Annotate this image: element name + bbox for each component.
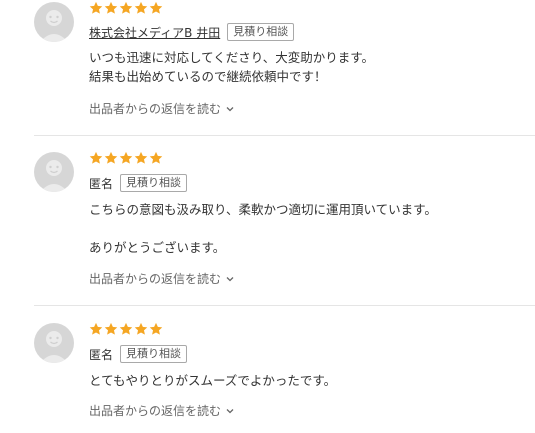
star-icon [149, 322, 163, 335]
review-body: いつも迅速に対応してくださり、大変助かります。 結果も出始めているので継続依頼中… [89, 50, 375, 84]
star-icon [134, 151, 148, 164]
star-icon [89, 322, 103, 335]
review-body: こちらの意図も汲み取り、柔軟かつ適切に運用頂いています。 ありがとうございます。 [89, 202, 437, 255]
star-icon [104, 1, 118, 14]
review-divider [34, 135, 535, 136]
review-item: 株式会社メディアB 井田 見積り相談 いつも迅速に対応してくださり、大変助かりま… [0, 0, 535, 130]
category-badge: 見積り相談 [227, 23, 295, 41]
category-badge: 見積り相談 [120, 174, 188, 192]
review-divider [34, 305, 535, 306]
review-meta: 株式会社メディアB 井田 見積り相談 [89, 22, 295, 42]
user-avatar-icon [34, 152, 74, 192]
star-icon [134, 322, 148, 335]
review-meta: 匿名 見積り相談 [89, 344, 188, 364]
star-rating [89, 151, 163, 167]
star-icon [119, 322, 133, 335]
user-avatar-icon [34, 323, 74, 363]
category-badge: 見積り相談 [120, 345, 188, 363]
read-reply-link[interactable]: 出品者からの返信を読む [89, 100, 235, 117]
read-reply-link[interactable]: 出品者からの返信を読む [89, 270, 235, 287]
star-icon [149, 1, 163, 14]
star-rating [89, 322, 163, 338]
star-rating [89, 1, 163, 17]
chevron-down-icon [226, 276, 234, 281]
review-meta: 匿名 見積り相談 [89, 173, 188, 193]
review-item: 匿名 見積り相談 こちらの意図も汲み取り、柔軟かつ適切に運用頂いています。 あり… [0, 150, 535, 295]
star-icon [104, 322, 118, 335]
read-reply-label: 出品者からの返信を読む [89, 404, 222, 418]
star-icon [89, 1, 103, 14]
review-item: 匿名 見積り相談 とてもやりとりがスムーズでよかったです。 出品者からの返信を読… [0, 321, 535, 433]
review-list: 株式会社メディアB 井田 見積り相談 いつも迅速に対応してくださり、大変助かりま… [0, 0, 535, 433]
read-reply-label: 出品者からの返信を読む [89, 272, 222, 286]
star-icon [149, 151, 163, 164]
read-reply-link[interactable]: 出品者からの返信を読む [89, 402, 235, 419]
star-icon [119, 151, 133, 164]
star-icon [89, 151, 103, 164]
star-icon [119, 1, 133, 14]
reviewer-name-link[interactable]: 株式会社メディアB 井田 [89, 24, 220, 41]
star-icon [134, 1, 148, 14]
user-avatar-icon [34, 2, 74, 42]
reviewer-name: 匿名 [89, 347, 114, 362]
chevron-down-icon [226, 408, 234, 413]
chevron-down-icon [226, 106, 234, 111]
read-reply-label: 出品者からの返信を読む [89, 102, 222, 116]
star-icon [104, 151, 118, 164]
review-body: とてもやりとりがスムーズでよかったです。 [89, 373, 337, 388]
reviewer-name: 匿名 [89, 176, 114, 191]
